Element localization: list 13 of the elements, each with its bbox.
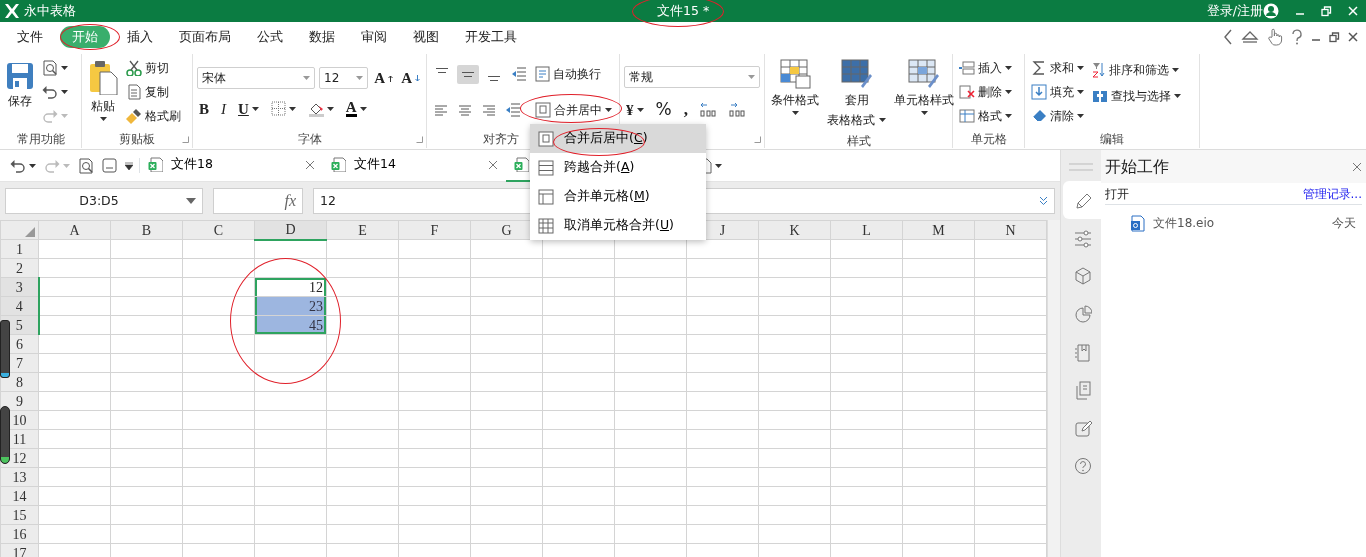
group-label: 剪贴板 (119, 131, 155, 148)
document-title: 文件15 * (657, 1, 710, 20)
app-name: 永中表格 (24, 1, 76, 20)
group-label: 单元格 (970, 131, 1007, 148)
recent-file-date: 今天 (1332, 215, 1356, 232)
section-label: 打开 (1105, 185, 1129, 203)
group-label: 对齐方 (483, 131, 519, 148)
pane-title: 开始工作 (1105, 155, 1169, 178)
group-label: 字体 (297, 131, 322, 148)
group-label: 编辑 (1100, 131, 1124, 148)
group-label: 常用功能 (16, 131, 65, 148)
group-label: 样式 (846, 133, 871, 150)
table-cell: 12 (254, 277, 327, 297)
